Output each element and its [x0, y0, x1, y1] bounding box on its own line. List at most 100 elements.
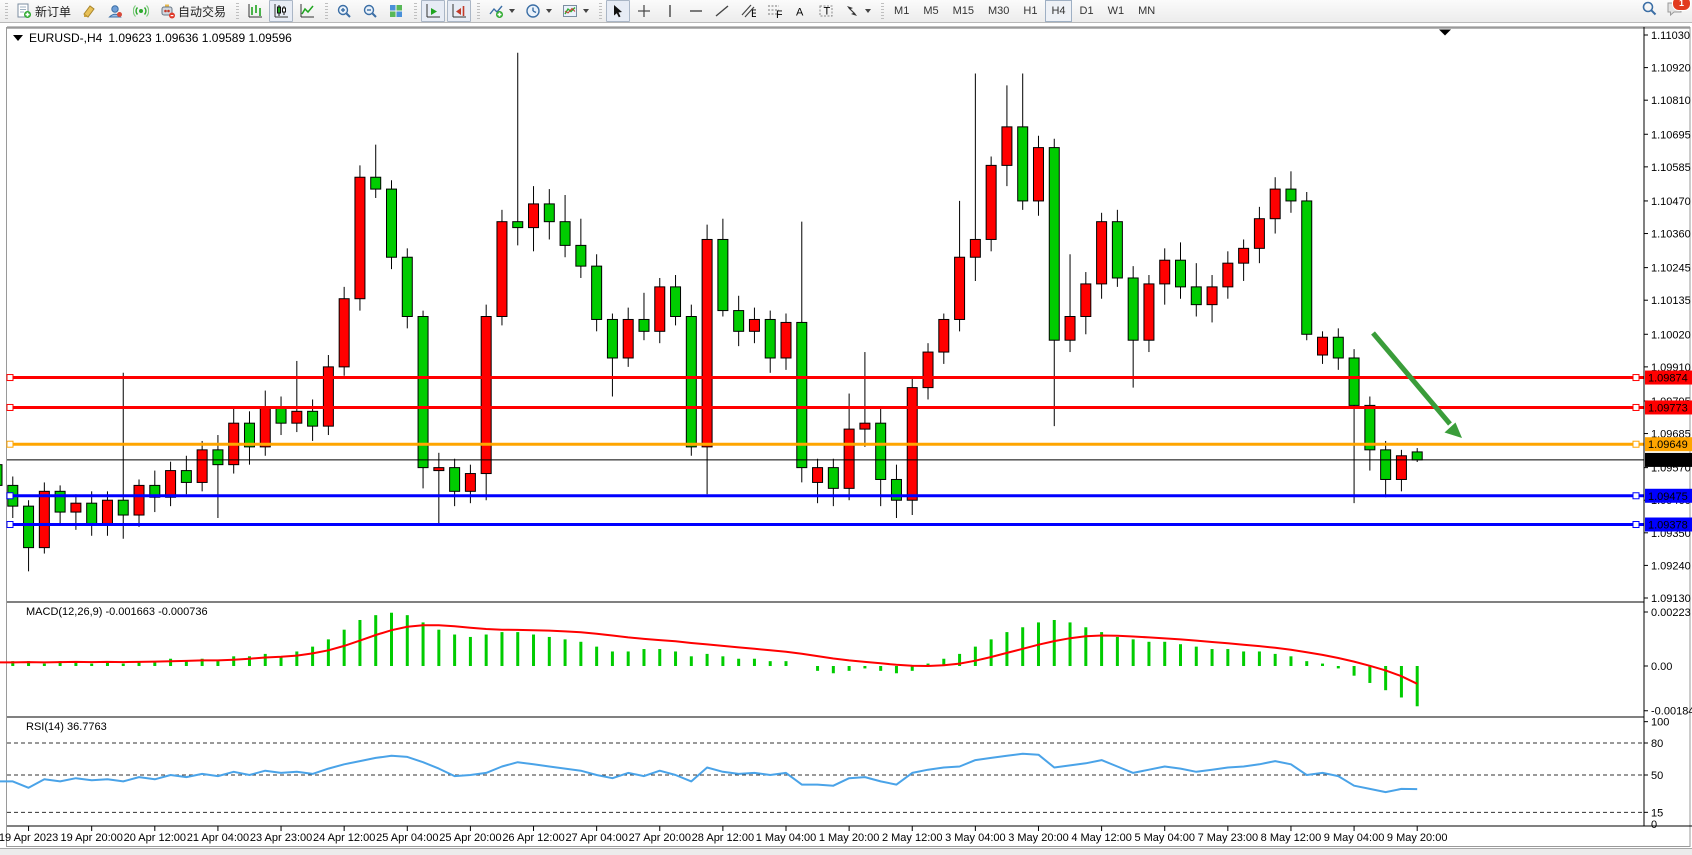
- timeframe-mn-button[interactable]: MN: [1132, 0, 1161, 22]
- metaeditor-icon: [81, 3, 97, 19]
- svg-text:21 Apr 04:00: 21 Apr 04:00: [187, 832, 249, 844]
- svg-text:1.09240: 1.09240: [1651, 560, 1691, 572]
- search-icon[interactable]: [1641, 0, 1658, 22]
- svg-text:1.09596: 1.09596: [1648, 455, 1688, 467]
- zoom-in-button[interactable]: [332, 0, 356, 22]
- timeframe-h1-button[interactable]: H1: [1017, 0, 1043, 22]
- autotrading-button[interactable]: 自动交易: [155, 0, 230, 22]
- chart-shift-button[interactable]: [447, 0, 471, 22]
- notifications-button[interactable]: 1: [1666, 1, 1684, 22]
- svg-text:1.09475: 1.09475: [1648, 491, 1688, 503]
- svg-text:4 May 12:00: 4 May 12:00: [1071, 832, 1132, 844]
- timeframe-m15-button[interactable]: M15: [947, 0, 980, 22]
- svg-text:1.10360: 1.10360: [1651, 229, 1691, 241]
- profile-button[interactable]: [103, 0, 127, 22]
- chart-ohlc-values: 1.09623 1.09636 1.09589 1.09596: [108, 31, 292, 45]
- svg-text:0.00223: 0.00223: [1651, 607, 1691, 619]
- cursor-button[interactable]: [606, 0, 630, 22]
- timeframe-h4-button[interactable]: H4: [1045, 0, 1071, 22]
- toolbar-grip[interactable]: [324, 3, 329, 19]
- zoom-in-icon: [336, 3, 352, 19]
- rsi-indicator-title: RSI(14) 36.7763: [26, 721, 107, 733]
- toolbar-grip[interactable]: [4, 3, 9, 19]
- svg-text:1.10585: 1.10585: [1651, 162, 1691, 174]
- svg-text:8 May 12:00: 8 May 12:00: [1261, 832, 1322, 844]
- svg-text:3 May 20:00: 3 May 20:00: [1008, 832, 1069, 844]
- text-label-button[interactable]: T: [814, 0, 838, 22]
- line-chart-icon: [299, 3, 315, 19]
- svg-text:1.10245: 1.10245: [1651, 263, 1691, 275]
- trendline-button[interactable]: [710, 0, 734, 22]
- timeframe-m30-button[interactable]: M30: [982, 0, 1015, 22]
- timeframe-m1-button[interactable]: M1: [888, 0, 915, 22]
- svg-text:27 Apr 04:00: 27 Apr 04:00: [565, 832, 627, 844]
- templates-dropdown-icon: [583, 9, 589, 13]
- svg-text:1.09874: 1.09874: [1648, 373, 1688, 385]
- toolbar-group-scroll: [409, 0, 472, 22]
- svg-text:1.10470: 1.10470: [1651, 196, 1691, 208]
- svg-text:25 Apr 04:00: 25 Apr 04:00: [376, 832, 438, 844]
- zoom-out-button[interactable]: [358, 0, 382, 22]
- svg-text:19 Apr 2023: 19 Apr 2023: [0, 832, 58, 844]
- svg-text:24 Apr 12:00: 24 Apr 12:00: [313, 832, 375, 844]
- auto-scroll-button[interactable]: [421, 0, 445, 22]
- crosshair-icon: [636, 3, 652, 19]
- svg-text:100: 100: [1651, 717, 1669, 729]
- clock-icon: [525, 3, 541, 19]
- timeframe-m5-button[interactable]: M5: [917, 0, 944, 22]
- timeframe-w1-button[interactable]: W1: [1102, 0, 1131, 22]
- fibonacci-button[interactable]: F: [762, 0, 786, 22]
- horizontal-line-button[interactable]: [684, 0, 708, 22]
- tile-windows-button[interactable]: [384, 0, 408, 22]
- toolbar-grip[interactable]: [880, 3, 885, 19]
- svg-text:1.10135: 1.10135: [1651, 295, 1691, 307]
- macd-indicator-title: MACD(12,26,9) -0.001663 -0.000736: [26, 606, 208, 618]
- arrows-dropdown-icon: [865, 9, 871, 13]
- vertical-line-icon: [662, 3, 678, 19]
- indicators-icon: [488, 3, 504, 19]
- candlestick-chart-icon: [273, 3, 289, 19]
- crosshair-button[interactable]: [632, 0, 656, 22]
- arrows-tool-button[interactable]: [840, 0, 875, 22]
- timeframe-d1-button[interactable]: D1: [1074, 0, 1100, 22]
- svg-text:1.09649: 1.09649: [1648, 439, 1688, 451]
- svg-text:25 Apr 20:00: 25 Apr 20:00: [439, 832, 501, 844]
- svg-text:1.10920: 1.10920: [1651, 63, 1691, 75]
- indicators-dropdown-icon: [509, 9, 515, 13]
- line-chart-button[interactable]: [295, 0, 319, 22]
- svg-text:0.00: 0.00: [1651, 661, 1672, 673]
- svg-text:1.10020: 1.10020: [1651, 329, 1691, 341]
- svg-text:20 Apr 12:00: 20 Apr 12:00: [124, 832, 186, 844]
- autotrading-label: 自动交易: [178, 3, 226, 20]
- signals-button[interactable]: [129, 0, 153, 22]
- new-order-button[interactable]: 新订单: [12, 0, 75, 22]
- toolbar-grip[interactable]: [598, 3, 603, 19]
- toolbar-grip[interactable]: [413, 3, 418, 19]
- svg-text:A: A: [796, 7, 804, 19]
- svg-text:19 Apr 20:00: 19 Apr 20:00: [60, 832, 122, 844]
- templates-button[interactable]: [558, 0, 593, 22]
- svg-text:1.09773: 1.09773: [1648, 402, 1688, 414]
- indicators-button[interactable]: [484, 0, 519, 22]
- toolbar-group-standard: 新订单 自动交易: [0, 0, 231, 22]
- chart-canvas[interactable]: 1.110301.109201.108101.106951.105851.104…: [0, 0, 1692, 854]
- text-button[interactable]: A: [788, 0, 812, 22]
- equidistant-channel-button[interactable]: E: [736, 0, 760, 22]
- svg-text:1.10810: 1.10810: [1651, 95, 1691, 107]
- arrows-tool-icon: [844, 3, 860, 19]
- toolbar-grip[interactable]: [476, 3, 481, 19]
- svg-text:5 May 04:00: 5 May 04:00: [1134, 832, 1195, 844]
- metaeditor-button[interactable]: [77, 0, 101, 22]
- toolbar-grip[interactable]: [235, 3, 240, 19]
- toolbar-right: 1: [1641, 0, 1692, 22]
- new-order-label: 新订单: [35, 3, 71, 20]
- svg-text:27 Apr 20:00: 27 Apr 20:00: [629, 832, 691, 844]
- zoom-out-icon: [362, 3, 378, 19]
- vertical-line-button[interactable]: [658, 0, 682, 22]
- periods-button[interactable]: [521, 0, 556, 22]
- bar-chart-button[interactable]: [243, 0, 267, 22]
- symbol-dropdown-icon[interactable]: [13, 35, 23, 41]
- signals-icon: [133, 3, 149, 19]
- candlestick-chart-button[interactable]: [269, 0, 293, 22]
- main-toolbar: 新订单 自动交易: [0, 0, 1692, 23]
